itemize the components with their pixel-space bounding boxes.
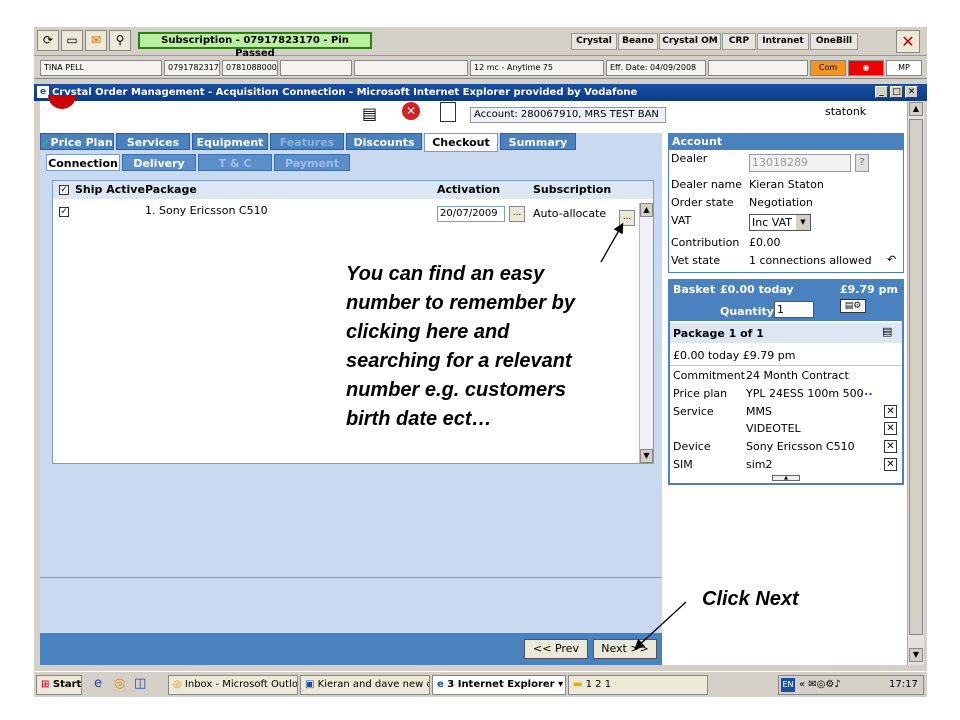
arrow-to-next-button [634,601,687,650]
arrow-to-search-button [600,222,624,263]
annotation-arrows [600,222,687,650]
slide: ⟳ ▭ ✉ ⚲ Subscription - 07917823170 - Pin… [0,0,960,720]
